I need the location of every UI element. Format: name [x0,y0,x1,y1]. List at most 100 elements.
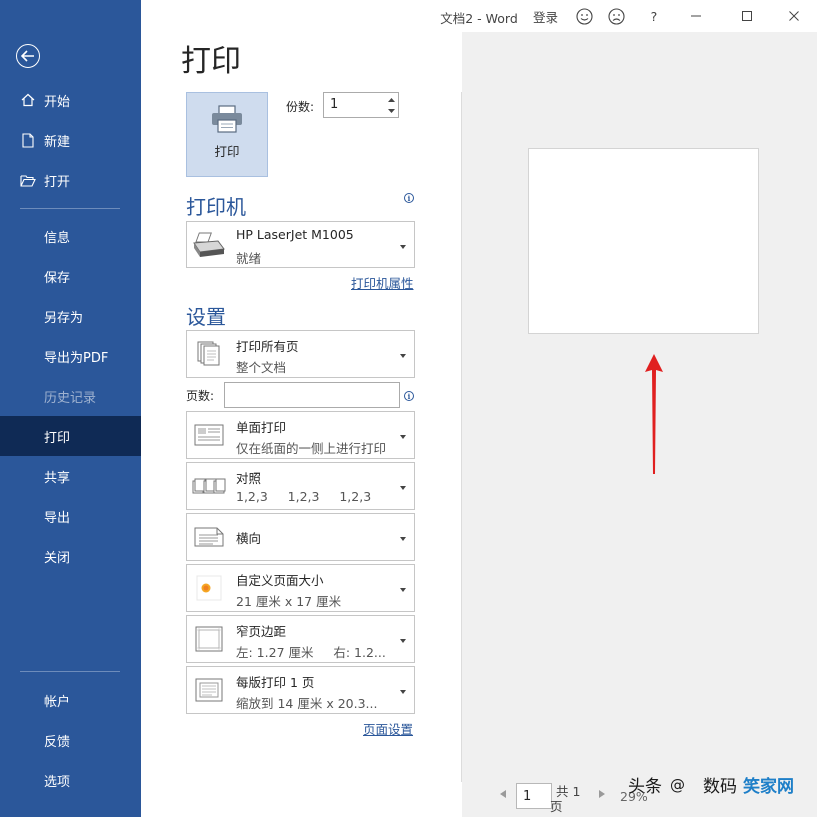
chevron-down-icon [400,435,406,439]
spin-down-icon[interactable] [386,105,396,116]
sidebar-item-account[interactable]: 帐户 [0,680,141,720]
orientation-value: 横向 [236,531,262,546]
copies-label: 份数: [286,100,315,114]
margins-detail: 左: 1.27 厘米 右: 1.2... [236,645,386,660]
orientation-dropdown[interactable]: 横向 [186,513,415,561]
pages-per-sheet-value: 每版打印 1 页 [236,675,315,690]
sidebar-item-home[interactable]: 开始 [0,80,141,120]
chevron-down-icon [400,244,406,249]
watermark-text: 数码 [703,777,737,797]
margins-icon [191,621,227,657]
chevron-down-icon [400,354,406,358]
sidebar-item-save-as[interactable]: 另存为 [0,296,141,336]
spin-up-icon[interactable] [386,94,396,105]
pages-input[interactable] [224,382,400,408]
sides-dropdown[interactable]: 单面打印 仅在纸面的一侧上进行打印 [186,411,415,459]
chevron-down-icon [400,486,406,490]
total-pages-unit: 页 [550,799,563,814]
pages-label: 页数: [186,389,215,403]
page-setup-link[interactable]: 页面设置 [363,719,413,738]
margins-dropdown[interactable]: 窄页边距 左: 1.27 厘米 右: 1.2... [186,615,415,663]
sidebar-divider [20,671,120,672]
sidebar-item-label: 打开 [44,174,71,190]
new-document-icon [20,132,36,148]
info-icon[interactable]: i [404,391,414,401]
page-number-input[interactable]: 1 [516,783,552,809]
watermark-logo-text: 笑家网 [743,777,794,797]
print-range-detail: 整个文档 [236,360,287,375]
back-arrow-icon[interactable] [16,44,40,68]
sidebar-item-new[interactable]: 新建 [0,120,141,160]
one-sided-icon [191,417,227,453]
sidebar-item-close[interactable]: 关闭 [0,536,141,576]
sidebar-item-open[interactable]: 打开 [0,160,141,200]
printer-properties-link[interactable]: 打印机属性 [351,273,414,292]
backstage-sidebar: 开始 新建 打开 信息 保存 另存为 导出为PDF 历史记录 打印 共享 导出 … [0,0,141,817]
minimize-icon[interactable] [686,6,706,26]
printer-device-icon [191,227,227,263]
sidebar-item-label: 开始 [44,94,71,110]
print-range-dropdown[interactable]: 打印所有页 整个文档 [186,330,415,378]
paper-size-dropdown[interactable]: 自定义页面大小 21 厘米 x 17 厘米 [186,564,415,612]
printer-name: HP LaserJet M1005 [236,227,354,242]
sides-detail: 仅在纸面的一侧上进行打印 [236,441,387,456]
login-button[interactable]: 登录 [533,6,558,26]
sidebar-item-label: 新建 [44,134,71,150]
print-range-value: 打印所有页 [236,339,299,354]
sidebar-item-export[interactable]: 导出 [0,496,141,536]
pages-per-sheet-icon [191,672,227,708]
previous-page-icon[interactable] [500,790,506,798]
watermark-text: 头条 [628,777,662,797]
sides-value: 单面打印 [236,420,287,435]
sidebar-item-share[interactable]: 共享 [0,456,141,496]
sidebar-item-options[interactable]: 选项 [0,760,141,800]
print-button[interactable]: 打印 [186,92,268,177]
print-button-label: 打印 [214,144,240,159]
printer-dropdown[interactable]: HP LaserJet M1005 就绪 [186,221,415,268]
printer-status: 就绪 [236,251,262,266]
collation-value: 对照 [236,471,262,486]
page-title: 打印 [181,44,241,79]
pages-per-sheet-detail: 缩放到 14 厘米 x 20.3... [236,696,378,711]
sidebar-item-export-pdf[interactable]: 导出为PDF [0,336,141,376]
chevron-down-icon [400,588,406,592]
close-icon[interactable] [784,6,804,26]
collation-dropdown[interactable]: 对照 1,2,3 1,2,3 1,2,3 [186,462,415,510]
copies-stepper[interactable]: 1 [323,92,399,118]
copies-value: 1 [330,97,339,112]
margins-value: 窄页边距 [236,624,287,639]
page-preview [528,148,759,334]
home-icon [20,92,36,108]
chevron-down-icon [400,639,406,643]
pages-stack-icon [191,336,227,372]
paper-size-value: 自定义页面大小 [236,573,324,588]
title-bar: 文档2 - Word 登录 ? [141,0,817,32]
sidebar-item-info[interactable]: 信息 [0,216,141,256]
sidebar-item-history: 历史记录 [44,390,97,406]
frown-feedback-icon[interactable] [607,6,625,26]
paper-size-detail: 21 厘米 x 17 厘米 [236,594,342,609]
help-button[interactable]: ? [647,6,661,26]
collation-detail: 1,2,3 1,2,3 1,2,3 [236,489,372,504]
pane-divider [461,92,462,782]
info-icon[interactable]: i [404,193,414,203]
red-arrow-annotation [645,354,663,474]
watermark: 头条 @ 数码 笑家网 [628,772,794,798]
pages-per-sheet-dropdown[interactable]: 每版打印 1 页 缩放到 14 厘米 x 20.3... [186,666,415,714]
next-page-icon[interactable] [599,790,605,798]
chevron-down-icon [400,537,406,541]
sidebar-item-save[interactable]: 保存 [0,256,141,296]
printer-section-title: 打印机 [186,195,246,219]
window-title: 文档2 - Word [440,11,518,26]
chevron-down-icon [400,690,406,694]
paper-size-icon [191,570,227,606]
sidebar-item-print[interactable]: 打印 [0,416,141,456]
printer-icon [210,105,244,137]
watermark-at: @ [670,775,685,794]
sidebar-item-feedback[interactable]: 反馈 [0,720,141,760]
open-folder-icon [20,172,36,188]
smile-feedback-icon[interactable] [575,6,593,26]
collated-icon [191,468,227,504]
maximize-icon[interactable] [737,6,757,26]
settings-section-title: 设置 [186,305,226,329]
